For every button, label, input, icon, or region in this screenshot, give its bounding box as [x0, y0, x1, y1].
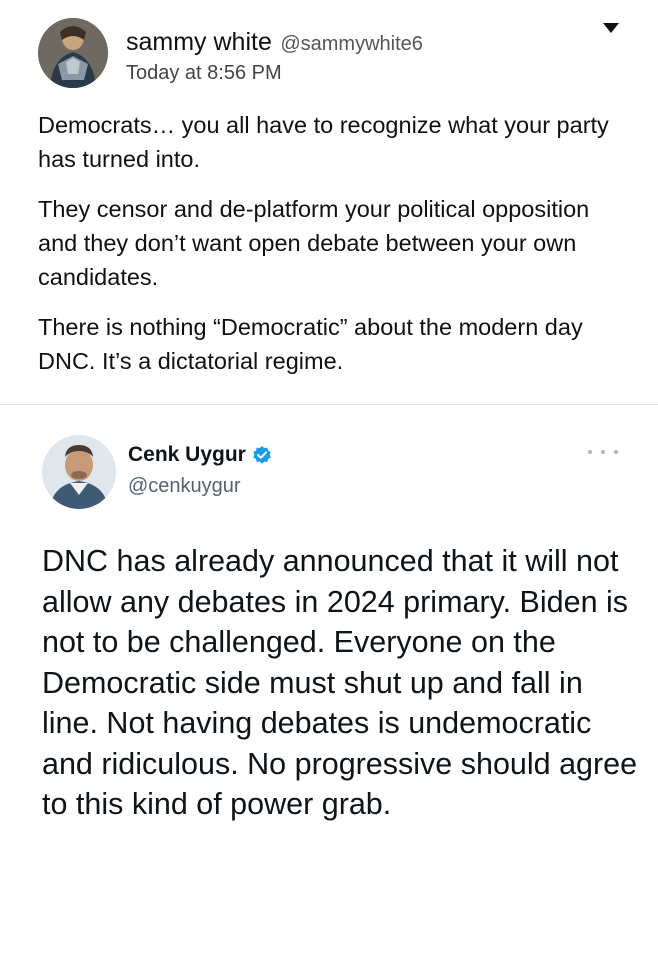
post-body: Democrats… you all have to recognize wha…	[38, 108, 628, 394]
author-handle[interactable]: @sammywhite6	[280, 33, 423, 55]
post-header: sammy white @sammywhite6 Today at 8:56 P…	[38, 18, 638, 90]
author-name[interactable]: sammy white	[126, 28, 272, 56]
post-container: sammy white @sammywhite6 Today at 8:56 P…	[0, 0, 658, 960]
quoted-author-line: Cenk Uygur	[128, 443, 272, 467]
more-options-icon[interactable]	[588, 445, 618, 459]
quoted-tweet-text: DNC has already announced that it will n…	[42, 544, 638, 821]
post-paragraph: Democrats… you all have to recognize wha…	[38, 112, 609, 172]
post-paragraph: There is nothing “Democratic” about the …	[38, 314, 583, 374]
quoted-author-name[interactable]: Cenk Uygur	[128, 443, 246, 467]
verified-badge-icon	[252, 445, 272, 465]
post-timestamp[interactable]: Today at 8:56 PM	[126, 62, 282, 85]
quoted-tweet-card[interactable]: Cenk Uygur @cenkuygur DNC has already an…	[0, 404, 658, 960]
quoted-author-handle[interactable]: @cenkuygur	[128, 475, 241, 498]
quoted-author-avatar[interactable]	[42, 435, 116, 509]
post-paragraph: They censor and de-platform your politic…	[38, 196, 590, 290]
caret-down-icon[interactable]	[598, 18, 624, 38]
quoted-avatar-image	[42, 435, 116, 509]
author-line: sammy white @sammywhite6	[126, 28, 423, 57]
avatar-image	[38, 18, 108, 88]
avatar[interactable]	[38, 18, 108, 88]
